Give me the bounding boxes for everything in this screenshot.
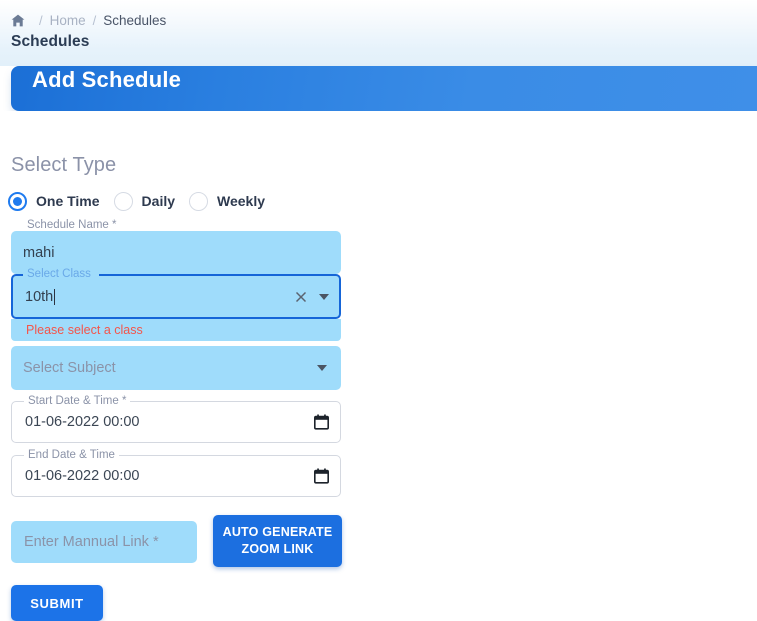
breadcrumb-item-schedules[interactable]: Schedules (103, 13, 166, 28)
auto-generate-zoom-link-button[interactable]: AUTO GENERATE ZOOM LINK (213, 515, 342, 567)
end-date-field[interactable]: End Date & Time 01-06-2022 00:00 (11, 449, 341, 497)
end-date-label: End Date & Time (24, 449, 119, 462)
end-date-input[interactable]: End Date & Time 01-06-2022 00:00 (11, 449, 341, 497)
select-subject-placeholder: Select Subject (23, 360, 116, 376)
radio-option-daily[interactable]: Daily (113, 191, 176, 211)
select-class-label: Select Class (27, 268, 91, 280)
end-date-value: 01-06-2022 00:00 (25, 468, 140, 484)
radio-mark-one-time[interactable] (8, 191, 27, 211)
select-class-input[interactable]: Select Class 10th (11, 268, 341, 319)
start-date-value: 01-06-2022 00:00 (25, 414, 140, 430)
calendar-icon[interactable] (314, 414, 329, 430)
radio-option-weekly[interactable]: Weekly (189, 191, 266, 211)
calendar-icon[interactable] (314, 468, 329, 484)
radio-mark-daily[interactable] (113, 191, 133, 211)
radio-label-weekly: Weekly (217, 193, 266, 209)
schedule-name-value: mahi (23, 244, 55, 261)
breadcrumb-separator-1: / (39, 12, 43, 28)
schedule-type-radio-group[interactable]: One Time Daily Weekly (8, 189, 265, 213)
radio-mark-weekly[interactable] (189, 191, 209, 211)
radio-option-one-time[interactable]: One Time (8, 191, 100, 211)
close-icon[interactable] (293, 289, 309, 305)
text-caret (54, 288, 56, 305)
chevron-down-icon[interactable] (317, 365, 327, 371)
banner-title: Add Schedule (32, 67, 182, 92)
radio-label-daily: Daily (141, 193, 176, 209)
select-subject-field[interactable]: Select Subject (11, 346, 341, 390)
auto-generate-zoom-link-label: AUTO GENERATE ZOOM LINK (222, 525, 333, 556)
schedule-name-label: Schedule Name * (27, 219, 117, 231)
start-date-label: Start Date & Time * (24, 395, 131, 408)
add-schedule-form: Select Type One Time Daily Weekly Schedu… (0, 111, 757, 621)
select-type-heading: Select Type (11, 154, 117, 176)
start-date-field[interactable]: Start Date & Time * 01-06-2022 00:00 (11, 395, 341, 443)
start-date-input[interactable]: Start Date & Time * 01-06-2022 00:00 (11, 395, 341, 443)
manual-link-placeholder: Enter Mannual Link * (24, 534, 159, 550)
home-icon[interactable] (11, 14, 25, 27)
select-class-value: 10th (25, 288, 54, 305)
select-class-value-wrap: 10th (25, 288, 293, 305)
select-class-error: Please select a class (11, 319, 341, 341)
breadcrumb-item-home[interactable]: Home (50, 13, 86, 28)
page-title: Schedules (11, 33, 90, 50)
breadcrumb-separator-2: / (92, 12, 97, 28)
manual-link-input[interactable]: Enter Mannual Link * (11, 521, 197, 563)
schedule-name-field[interactable]: Schedule Name * mahi (11, 219, 341, 274)
radio-label-one-time: One Time (36, 193, 100, 209)
select-class-field[interactable]: Select Class 10th (11, 268, 341, 319)
chevron-down-icon[interactable] (319, 293, 329, 300)
add-schedule-banner: Add Schedule (11, 66, 757, 111)
submit-button[interactable]: SUBMIT (11, 585, 103, 621)
select-subject-input[interactable]: Select Subject (11, 346, 341, 390)
breadcrumb: / Home / Schedules (11, 10, 166, 30)
